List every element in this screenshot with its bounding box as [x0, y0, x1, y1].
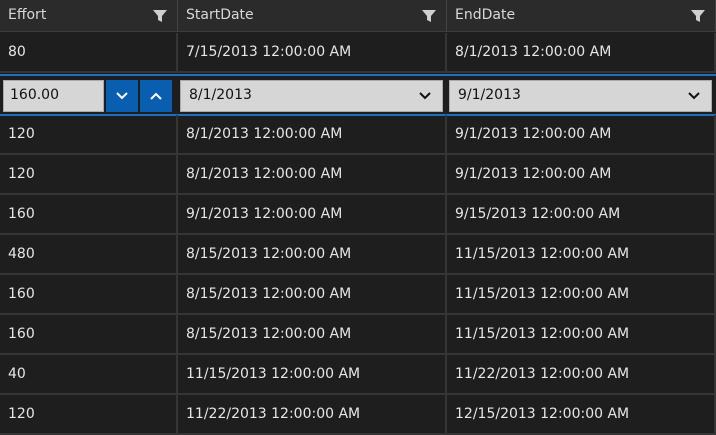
chevron-down-icon [116, 92, 128, 100]
cell-startdate[interactable]: 8/1/2013 12:00:00 AM [178, 155, 447, 193]
cell-text: 160 [8, 206, 35, 222]
filter-icon[interactable] [422, 9, 436, 23]
cell-text: 7/15/2013 12:00:00 AM [186, 44, 352, 60]
cell-enddate[interactable]: 11/15/2013 12:00:00 AM [447, 315, 716, 353]
grid-header: Effort StartDate EndDate [0, 0, 716, 32]
cell-text: 9/1/2013 12:00:00 AM [455, 126, 612, 142]
cell-enddate[interactable]: 9/1/2013 12:00:00 AM [447, 115, 716, 153]
cell-text: 9/15/2013 12:00:00 AM [455, 206, 621, 222]
startdate-picker[interactable]: 8/1/2013 [180, 80, 443, 112]
cell-effort[interactable]: 160 [0, 195, 178, 233]
cell-effort[interactable]: 120 [0, 155, 178, 193]
cell-text: 8/1/2013 12:00:00 AM [455, 44, 612, 60]
cell-text: 9/1/2013 12:00:00 AM [455, 166, 612, 182]
cell-effort[interactable]: 40 [0, 355, 178, 393]
cell-startdate[interactable]: 8/15/2013 12:00:00 AM [178, 235, 447, 273]
cell-enddate[interactable]: 11/15/2013 12:00:00 AM [447, 275, 716, 313]
cell-text: 11/15/2013 12:00:00 AM [455, 326, 630, 342]
cell-enddate[interactable]: 8/1/2013 12:00:00 AM [447, 33, 716, 71]
cell-startdate[interactable]: 9/1/2013 12:00:00 AM [178, 195, 447, 233]
column-header-label: Effort [8, 7, 47, 23]
chevron-down-icon [419, 92, 431, 100]
cell-text: 11/15/2013 12:00:00 AM [455, 286, 630, 302]
cell-text: 11/22/2013 12:00:00 AM [455, 366, 630, 382]
chevron-down-icon [688, 92, 700, 100]
table-row[interactable]: 80 7/15/2013 12:00:00 AM 8/1/2013 12:00:… [0, 33, 716, 73]
cell-startdate[interactable]: 8/1/2013 12:00:00 AM [178, 115, 447, 153]
column-header-effort[interactable]: Effort [0, 0, 178, 31]
cell-text: 160 [8, 326, 35, 342]
cell-text: 8/15/2013 12:00:00 AM [186, 326, 352, 342]
cell-text: 9/1/2013 12:00:00 AM [186, 206, 343, 222]
cell-text: 12/15/2013 12:00:00 AM [455, 406, 630, 422]
cell-effort[interactable]: 160 [0, 315, 178, 353]
cell-startdate[interactable]: 11/22/2013 12:00:00 AM [178, 395, 447, 433]
table-row[interactable]: 160 9/1/2013 12:00:00 AM 9/15/2013 12:00… [0, 195, 716, 235]
column-header-label: EndDate [455, 7, 516, 23]
filter-icon[interactable] [691, 9, 705, 23]
cell-enddate[interactable]: 9/1/2013 12:00:00 AM [447, 155, 716, 193]
decrement-button[interactable] [106, 80, 138, 112]
cell-text: 8/1/2013 12:00:00 AM [186, 166, 343, 182]
enddate-value: 9/1/2013 [458, 87, 521, 103]
cell-effort[interactable]: 160 [0, 275, 178, 313]
cell-text: 160 [8, 286, 35, 302]
cell-enddate[interactable]: 11/15/2013 12:00:00 AM [447, 235, 716, 273]
cell-text: 120 [8, 406, 35, 422]
cell-startdate[interactable]: 7/15/2013 12:00:00 AM [178, 33, 447, 71]
cell-text: 120 [8, 126, 35, 142]
cell-text: 120 [8, 166, 35, 182]
filter-icon[interactable] [153, 9, 167, 23]
cell-text: 480 [8, 246, 35, 262]
cell-text: 80 [8, 44, 26, 60]
effort-numeric-input[interactable]: 160.00 [3, 80, 104, 112]
cell-enddate[interactable]: 12/15/2013 12:00:00 AM [447, 395, 716, 433]
cell-text: 40 [8, 366, 26, 382]
cell-enddate[interactable]: 9/15/2013 12:00:00 AM [447, 195, 716, 233]
table-row[interactable]: 120 8/1/2013 12:00:00 AM 9/1/2013 12:00:… [0, 115, 716, 155]
table-row[interactable]: 480 8/15/2013 12:00:00 AM 11/15/2013 12:… [0, 235, 716, 275]
cell-text: 11/15/2013 12:00:00 AM [455, 246, 630, 262]
enddate-picker[interactable]: 9/1/2013 [449, 80, 712, 112]
cell-effort[interactable]: 80 [0, 33, 178, 71]
table-row[interactable]: 120 11/22/2013 12:00:00 AM 12/15/2013 12… [0, 395, 716, 435]
cell-startdate[interactable]: 11/15/2013 12:00:00 AM [178, 355, 447, 393]
editing-row: 160.00 8/1/2013 9/1/2013 [0, 74, 716, 116]
increment-button[interactable] [140, 80, 172, 112]
cell-enddate[interactable]: 11/22/2013 12:00:00 AM [447, 355, 716, 393]
cell-text: 8/1/2013 12:00:00 AM [186, 126, 343, 142]
cell-effort[interactable]: 120 [0, 115, 178, 153]
table-row[interactable]: 120 8/1/2013 12:00:00 AM 9/1/2013 12:00:… [0, 155, 716, 195]
table-row[interactable]: 40 11/15/2013 12:00:00 AM 11/22/2013 12:… [0, 355, 716, 395]
chevron-up-icon [150, 92, 162, 100]
startdate-value: 8/1/2013 [189, 87, 252, 103]
column-header-label: StartDate [186, 7, 254, 23]
cell-text: 11/15/2013 12:00:00 AM [186, 366, 361, 382]
cell-effort[interactable]: 120 [0, 395, 178, 433]
cell-text: 8/15/2013 12:00:00 AM [186, 286, 352, 302]
data-grid: Effort StartDate EndDate 80 7/15/2013 12… [0, 0, 716, 435]
cell-text: 11/22/2013 12:00:00 AM [186, 406, 361, 422]
cell-text: 8/15/2013 12:00:00 AM [186, 246, 352, 262]
cell-effort[interactable]: 480 [0, 235, 178, 273]
cell-startdate[interactable]: 8/15/2013 12:00:00 AM [178, 315, 447, 353]
table-row[interactable]: 160 8/15/2013 12:00:00 AM 11/15/2013 12:… [0, 315, 716, 355]
column-header-startdate[interactable]: StartDate [178, 0, 447, 31]
table-row[interactable]: 160 8/15/2013 12:00:00 AM 11/15/2013 12:… [0, 275, 716, 315]
cell-startdate[interactable]: 8/15/2013 12:00:00 AM [178, 275, 447, 313]
column-header-enddate[interactable]: EndDate [447, 0, 716, 31]
